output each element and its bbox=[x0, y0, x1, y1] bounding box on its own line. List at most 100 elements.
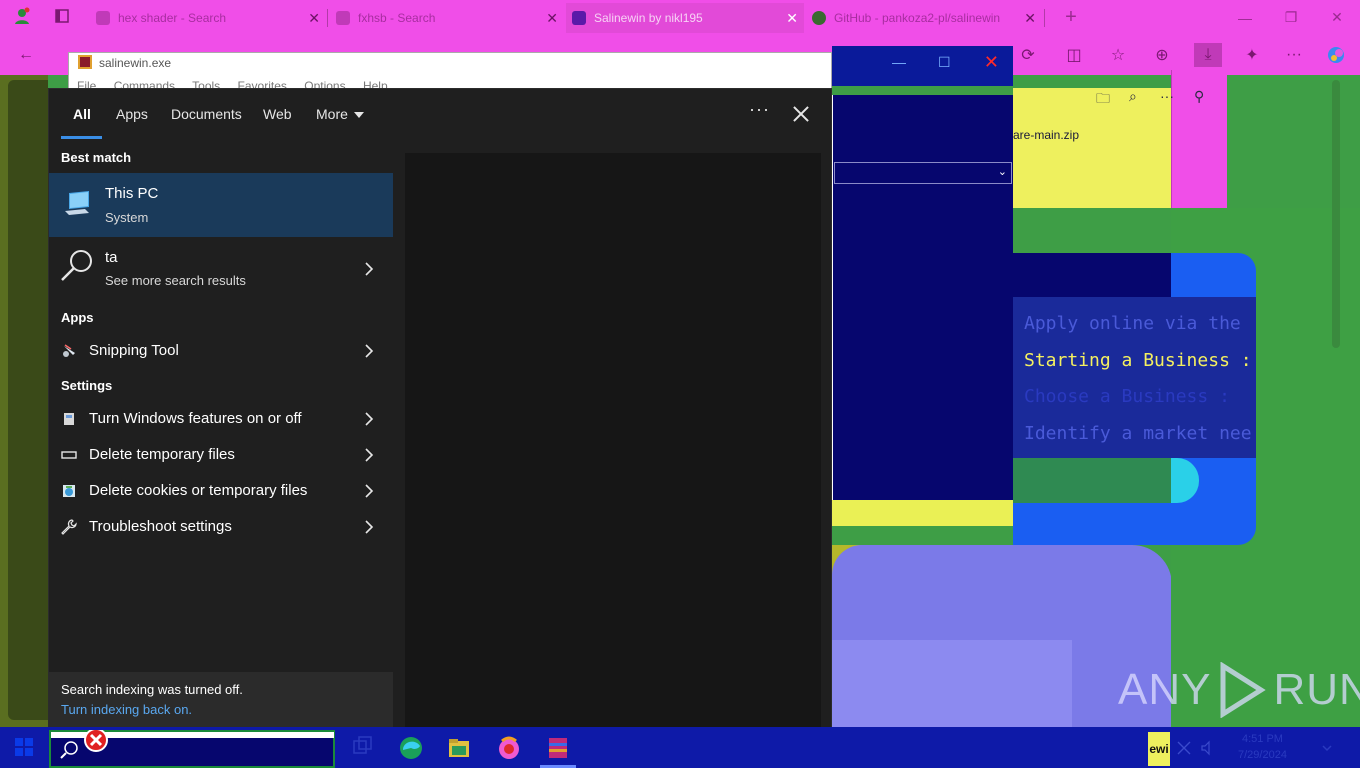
app-label: Snipping Tool bbox=[89, 342, 179, 359]
best-match-title: This PC bbox=[105, 185, 159, 202]
pin-icon[interactable]: ⚲ bbox=[1194, 88, 1204, 106]
tab-close-icon[interactable]: ✕ bbox=[308, 10, 320, 27]
setting-item-troubleshoot[interactable]: Troubleshoot settings bbox=[49, 509, 393, 545]
setting-label: Delete temporary files bbox=[89, 446, 235, 463]
tab-actions-icon[interactable] bbox=[48, 4, 76, 28]
windows-features-icon bbox=[64, 413, 74, 425]
copilot-icon[interactable] bbox=[1322, 43, 1350, 67]
more-icon[interactable]: ··· bbox=[1160, 88, 1174, 106]
browser-tab[interactable]: hex shader - Search ✕ bbox=[90, 3, 326, 33]
apps-heading: Apps bbox=[61, 310, 94, 325]
open-folder-icon[interactable]: 🗀 bbox=[1096, 88, 1110, 106]
downloads-panel: are-main.zip bbox=[1013, 88, 1171, 208]
clock-time: 4:51 PM bbox=[1241, 733, 1283, 745]
scissors-icon bbox=[63, 344, 75, 357]
content-button[interactable] bbox=[1013, 458, 1171, 503]
firefox-icon[interactable] bbox=[496, 735, 522, 761]
search-icon[interactable]: ⌕ bbox=[1129, 88, 1137, 106]
chevron-down-icon bbox=[353, 112, 364, 119]
play-logo-icon bbox=[1220, 662, 1267, 718]
chevron-right-icon bbox=[361, 519, 377, 535]
web-search-result[interactable]: ta See more search results bbox=[49, 239, 393, 301]
setting-item-delete-cookies[interactable]: Delete cookies or temporary files bbox=[49, 473, 393, 509]
volume-icon[interactable] bbox=[1200, 740, 1216, 756]
content-line[interactable]: Identify a market nee bbox=[1024, 423, 1254, 444]
active-tab-indicator bbox=[61, 136, 102, 139]
tab-close-icon[interactable]: ✕ bbox=[1024, 10, 1036, 27]
collections-icon[interactable]: ⊕ bbox=[1148, 43, 1176, 67]
file-explorer-icon[interactable] bbox=[446, 735, 472, 761]
browser-tab[interactable]: fxhsb - Search ✕ bbox=[330, 3, 564, 33]
tab-more[interactable]: More bbox=[316, 106, 364, 122]
setting-label: Turn Windows features on or off bbox=[89, 410, 302, 427]
tab-label: GitHub - pankoza2-pl/salinewin bbox=[834, 11, 1001, 25]
indexing-notice: Search indexing was turned off. Turn ind… bbox=[49, 672, 393, 728]
setting-item-windows-features[interactable]: Turn Windows features on or off bbox=[49, 401, 393, 437]
error-icon bbox=[84, 730, 108, 752]
tab-more-label: More bbox=[316, 106, 348, 122]
scrollbar[interactable] bbox=[1332, 80, 1340, 348]
downloads-icon[interactable]: ⤓ bbox=[1194, 43, 1222, 67]
tab-web[interactable]: Web bbox=[263, 106, 292, 122]
content-line[interactable]: Choose a Business : bbox=[1024, 386, 1254, 407]
anyrun-watermark: ANY RUN bbox=[1118, 660, 1360, 720]
restore-button[interactable]: ❐ bbox=[1268, 0, 1314, 35]
turn-indexing-on-link[interactable]: Turn indexing back on. bbox=[61, 702, 192, 717]
setting-label: Troubleshoot settings bbox=[89, 518, 232, 535]
taskbar-search-box[interactable] bbox=[49, 730, 335, 768]
refresh-icon[interactable]: ⟳ bbox=[1014, 43, 1042, 67]
app-item-snipping-tool[interactable]: Snipping Tool bbox=[49, 333, 393, 369]
task-view-icon[interactable] bbox=[350, 735, 376, 761]
split-screen-icon[interactable]: ◫ bbox=[1060, 43, 1088, 67]
watermark-right: RUN bbox=[1273, 665, 1360, 714]
options-ellipsis-icon[interactable]: ··· bbox=[749, 99, 770, 120]
new-tab-button[interactable]: + bbox=[1048, 0, 1094, 35]
start-button-icon[interactable] bbox=[14, 737, 34, 757]
ewi-taskbar-item[interactable]: ewi bbox=[1148, 732, 1170, 766]
content-line[interactable]: Apply online via the bbox=[1024, 313, 1254, 334]
download-filename[interactable]: are-main.zip bbox=[1013, 128, 1079, 142]
tab-label: fxhsb - Search bbox=[358, 11, 436, 25]
chevron-right-icon bbox=[361, 411, 377, 427]
preview-pane bbox=[405, 153, 821, 729]
search-icon bbox=[61, 250, 92, 281]
tab-close-icon[interactable]: ✕ bbox=[786, 10, 798, 27]
browser-tab-bar: hex shader - Search ✕ fxhsb - Search ✕ S… bbox=[0, 0, 1360, 35]
setting-label: Delete cookies or temporary files bbox=[89, 482, 308, 499]
chevron-right-icon bbox=[361, 343, 377, 359]
window-close-icon[interactable]: ✕ bbox=[984, 52, 999, 73]
best-match-item[interactable]: This PC System bbox=[49, 173, 393, 237]
tab-all[interactable]: All bbox=[73, 106, 91, 122]
window-minimize-icon[interactable]: — bbox=[892, 54, 906, 70]
close-icon[interactable] bbox=[789, 103, 813, 127]
favorites-icon[interactable]: ☆ bbox=[1104, 43, 1132, 67]
system-clock[interactable]: 4:51 PM 7/29/2024 bbox=[1238, 731, 1287, 763]
salinewin-dropdown[interactable]: ⌄ bbox=[834, 162, 1012, 184]
github-icon bbox=[812, 11, 826, 25]
profile-icon[interactable] bbox=[8, 4, 36, 28]
close-button[interactable]: ✕ bbox=[1314, 0, 1360, 35]
window-maximize-icon[interactable]: ☐ bbox=[938, 54, 951, 71]
notification-chevron-icon[interactable] bbox=[1320, 741, 1334, 755]
chevron-right-icon bbox=[361, 447, 377, 463]
tab-documents[interactable]: Documents bbox=[171, 106, 242, 122]
browser-tab-active[interactable]: Salinewin by nikl195 ✕ bbox=[566, 3, 804, 33]
bing-icon bbox=[96, 11, 110, 25]
network-icon[interactable] bbox=[1176, 740, 1192, 756]
setting-item-delete-temp[interactable]: Delete temporary files bbox=[49, 437, 393, 473]
more-options-icon[interactable]: ··· bbox=[1280, 43, 1308, 67]
tab-close-icon[interactable]: ✕ bbox=[546, 10, 558, 27]
tab-apps[interactable]: Apps bbox=[116, 106, 148, 122]
tab-label: Salinewin by nikl195 bbox=[594, 11, 703, 25]
extensions-icon[interactable]: ✦ bbox=[1238, 43, 1266, 67]
best-match-heading: Best match bbox=[61, 150, 132, 165]
browser-tab[interactable]: GitHub - pankoza2-pl/salinewin ✕ bbox=[806, 3, 1042, 33]
salinewin-statusbar bbox=[832, 500, 1013, 526]
minimize-button[interactable]: — bbox=[1222, 0, 1268, 35]
edge-icon[interactable] bbox=[398, 735, 424, 761]
page-left-shadow bbox=[8, 80, 48, 720]
back-arrow-icon[interactable]: ← bbox=[12, 43, 40, 67]
content-line[interactable]: Starting a Business : bbox=[1024, 350, 1254, 371]
search-tabs: All Apps Documents Web More ··· bbox=[49, 89, 833, 141]
winrar-icon[interactable] bbox=[545, 735, 571, 761]
